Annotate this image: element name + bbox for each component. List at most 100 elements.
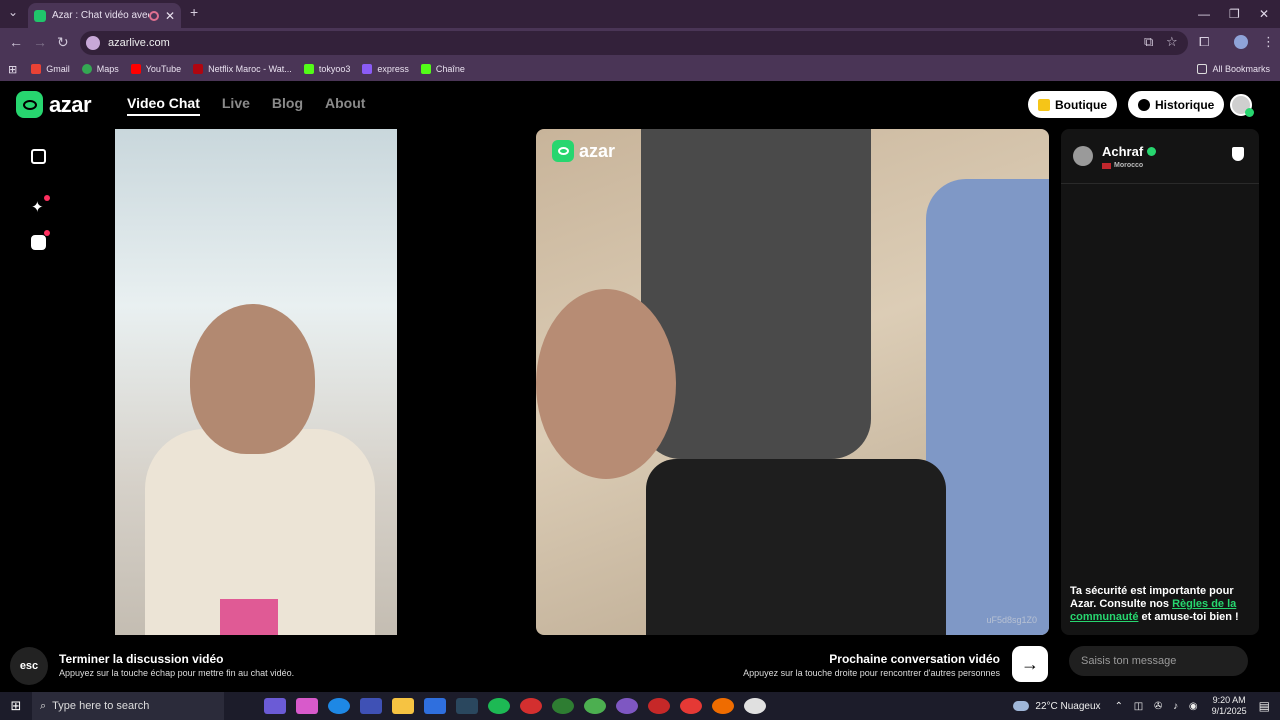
next-chat-button[interactable]: → [1012, 646, 1048, 682]
profile-icon[interactable] [1234, 35, 1248, 49]
tab-list-icon[interactable]: ⌄ [8, 5, 18, 19]
historique-button[interactable]: Historique [1128, 91, 1225, 118]
boutique-button[interactable]: Boutique [1028, 91, 1117, 118]
sticker-face-icon[interactable] [31, 235, 46, 250]
effects-sparkle-icon[interactable]: ✦ [31, 200, 46, 215]
peer-country: Morocco [1114, 162, 1144, 169]
bookmark-label: tokyoo3 [318, 64, 351, 74]
azar-favicon-icon [34, 9, 46, 22]
close-tab-icon[interactable]: ✕ [165, 9, 175, 23]
maximize-icon[interactable]: ❐ [1229, 7, 1240, 21]
forward-icon[interactable]: → [33, 34, 47, 50]
all-bookmarks[interactable]: All Bookmarks [1197, 64, 1270, 74]
bookmark-netflix[interactable]: Netflix Maroc - Wat... [193, 64, 292, 74]
all-bookmarks-label: All Bookmarks [1212, 64, 1270, 74]
nav-video-chat[interactable]: Video Chat [127, 95, 200, 116]
sticker-badge [44, 230, 50, 236]
maps-icon [81, 64, 92, 74]
weather-text[interactable]: 22°C Nuageux [1035, 701, 1100, 712]
taskbar-search[interactable]: ⌕ Type here to search [32, 692, 224, 720]
site-info-icon[interactable] [86, 36, 100, 50]
browser-toolbar: ← → ↻ azarlive.com ⧉ ☆ ⧠ ⋮ [0, 28, 1280, 57]
historique-label: Historique [1155, 97, 1215, 112]
logo-text: azar [49, 91, 92, 117]
task-view-icon[interactable] [264, 698, 286, 714]
app-white-icon[interactable] [744, 698, 766, 714]
bookmark-gmail[interactable]: Gmail [31, 64, 70, 74]
browser-tab[interactable]: Azar : Chat vidéo avec de n ✕ [28, 3, 181, 28]
bookmark-star-icon[interactable]: ☆ [1166, 34, 1178, 50]
address-bar[interactable]: azarlive.com [80, 31, 1188, 55]
chrome-profile-icon[interactable] [712, 698, 734, 714]
user-avatar[interactable] [1230, 94, 1254, 117]
edge-icon[interactable] [328, 698, 350, 714]
nav-live[interactable]: Live [222, 95, 250, 116]
gmail-icon [31, 64, 42, 74]
youtube-icon [130, 64, 141, 74]
notification-icon[interactable]: ▤ [1259, 699, 1270, 713]
bookmark-tokyoo3[interactable]: tokyoo3 [303, 64, 351, 74]
video-logo-text: azar [579, 140, 616, 161]
report-shield-icon[interactable] [1232, 147, 1244, 161]
mail-icon[interactable] [424, 698, 446, 714]
reload-icon[interactable]: ↻ [57, 34, 69, 51]
copilot-icon[interactable] [296, 698, 318, 714]
chrome-alt-icon[interactable] [680, 698, 702, 714]
tray-icons[interactable]: ⌃ ◫ ✇ ♪ ◉ [1115, 701, 1202, 712]
windows-start-icon[interactable]: ⊞ [0, 692, 32, 720]
back-icon[interactable]: ← [9, 34, 23, 50]
bookmark-label: express [377, 64, 409, 74]
peer-avatar [1073, 146, 1093, 166]
steam-icon[interactable] [456, 698, 478, 714]
message-placeholder: Saisis ton message [1081, 655, 1177, 667]
divider [1061, 183, 1259, 184]
expand-icon[interactable] [31, 149, 46, 164]
nav-blog[interactable]: Blog [272, 95, 303, 116]
discord-icon[interactable] [616, 698, 638, 714]
chrome-icon[interactable] [584, 698, 606, 714]
video-watermark: uF5d8sg1Z0 [986, 615, 1037, 625]
spotify-icon[interactable] [488, 698, 510, 714]
azar-page: azar Video Chat Live Blog About Boutique… [0, 81, 1280, 692]
apps-icon[interactable]: ⊞ [8, 63, 17, 76]
azar-logo-icon [552, 140, 574, 162]
clock[interactable]: 9:20 AM 9/1/2025 [1212, 695, 1247, 717]
new-tab-button[interactable]: + [190, 4, 198, 20]
boutique-label: Boutique [1055, 97, 1107, 112]
explorer-icon[interactable] [392, 698, 414, 714]
kick-icon [303, 64, 314, 74]
menu-icon[interactable]: ⋮ [1262, 34, 1275, 50]
self-video-panel: ✦ [11, 129, 524, 635]
next-chat-hint: Appuyez sur la touche droite pour rencon… [743, 668, 1000, 678]
minimize-icon[interactable]: — [1198, 7, 1210, 21]
chat-panel: Achraf Morocco Ta sécurité est important… [1061, 129, 1259, 635]
system-tray: 22°C Nuageux ⌃ ◫ ✇ ♪ ◉ 9:20 AM 9/1/2025 … [1013, 692, 1270, 720]
time-text: 9:20 AM [1212, 695, 1246, 705]
close-window-icon[interactable]: ✕ [1259, 7, 1269, 21]
bookmark-youtube[interactable]: YouTube [130, 64, 182, 74]
message-input[interactable]: Saisis ton message [1069, 646, 1248, 676]
app-green-icon[interactable] [552, 698, 574, 714]
bookmark-label: YouTube [145, 64, 182, 74]
bookmark-label: Netflix Maroc - Wat... [208, 64, 292, 74]
app-icon[interactable] [648, 698, 670, 714]
notification-dot [1245, 108, 1254, 117]
install-app-icon[interactable]: ⧉ [1144, 34, 1153, 50]
end-chat-title: Terminer la discussion vidéo [59, 652, 224, 666]
main-nav: Video Chat Live Blog About [127, 95, 387, 116]
bookmark-label: Gmail [46, 64, 70, 74]
store-icon[interactable] [360, 698, 382, 714]
bookmark-chaine[interactable]: Chaîne [420, 64, 465, 74]
next-chat-title: Prochaine conversation vidéo [829, 652, 1000, 666]
bookmark-label: Maps [96, 64, 119, 74]
peer-name: Achraf [1102, 144, 1144, 159]
windows-taskbar: ⊞ ⌕ Type here to search 22°C Nuageux ⌃ ◫ … [0, 692, 1280, 720]
extensions-icon[interactable]: ⧠ [1199, 34, 1209, 50]
app-red-icon[interactable] [520, 698, 542, 714]
bookmark-maps[interactable]: Maps [81, 64, 119, 74]
safety-text-end: et amuse-toi bien ! [1138, 611, 1239, 623]
azar-logo[interactable]: azar [16, 91, 92, 118]
bookmark-express[interactable]: express [362, 64, 409, 74]
end-chat-button[interactable]: esc [10, 647, 48, 685]
nav-about[interactable]: About [325, 95, 365, 116]
